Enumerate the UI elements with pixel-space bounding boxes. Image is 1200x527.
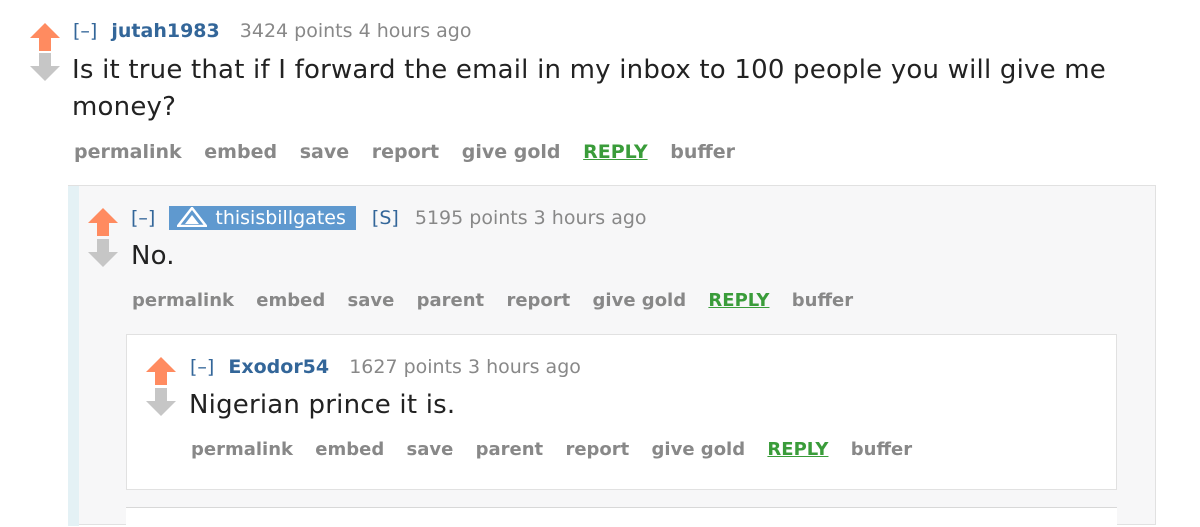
- admin-triangle-icon: [175, 205, 209, 228]
- embed-link[interactable]: embed: [204, 141, 277, 163]
- author-name: thisisbillgates: [215, 207, 346, 229]
- upvote-arrow-icon[interactable]: [29, 22, 61, 52]
- score-and-time: 1627 points 3 hours ago: [349, 356, 581, 378]
- comment-tagline: [–] jutah1983 3424 points 4 hours ago: [73, 19, 471, 43]
- permalink-link[interactable]: permalink: [191, 439, 293, 460]
- report-link[interactable]: report: [565, 439, 629, 460]
- author-link[interactable]: thisisbillgates: [169, 205, 356, 230]
- report-link[interactable]: report: [506, 290, 570, 311]
- save-link[interactable]: save: [348, 290, 395, 311]
- submitter-tag[interactable]: [S]: [372, 207, 399, 229]
- collapse-toggle[interactable]: [–]: [131, 207, 155, 229]
- upvote-arrow-icon[interactable]: [87, 207, 119, 237]
- score-and-time: 3424 points 4 hours ago: [239, 20, 472, 42]
- author-link[interactable]: jutah1983: [111, 20, 219, 42]
- give-gold-link[interactable]: give gold: [652, 439, 746, 460]
- permalink-link[interactable]: permalink: [132, 290, 234, 311]
- comment-body: Is it true that if I forward the email i…: [72, 55, 1106, 122]
- buffer-link[interactable]: buffer: [670, 141, 735, 163]
- comment-actions: permalink embed save parent report give …: [132, 289, 869, 313]
- parent-link[interactable]: parent: [417, 290, 485, 311]
- next-comment-container: [126, 507, 1117, 527]
- comment-tagline: [–] Exodor54 1627 points 3 hours ago: [190, 355, 581, 379]
- embed-link[interactable]: embed: [315, 439, 384, 460]
- nesting-stripe: [68, 186, 79, 526]
- author-link[interactable]: Exodor54: [228, 356, 329, 378]
- save-link[interactable]: save: [407, 439, 454, 460]
- buffer-link[interactable]: buffer: [851, 439, 912, 460]
- downvote-arrow-icon[interactable]: [87, 238, 119, 268]
- parent-link[interactable]: parent: [476, 439, 544, 460]
- downvote-arrow-icon[interactable]: [29, 52, 61, 82]
- collapse-toggle[interactable]: [–]: [190, 356, 214, 378]
- comment-body: Nigerian prince it is.: [189, 390, 456, 420]
- report-link[interactable]: report: [372, 141, 439, 163]
- give-gold-link[interactable]: give gold: [593, 290, 687, 311]
- comment-actions: permalink embed save report give gold RE…: [74, 140, 751, 164]
- comment-actions: permalink embed save parent report give …: [191, 438, 928, 462]
- reply-link[interactable]: REPLY: [583, 141, 647, 163]
- embed-link[interactable]: embed: [256, 290, 325, 311]
- collapse-toggle[interactable]: [–]: [73, 20, 97, 42]
- score-and-time: 5195 points 3 hours ago: [414, 207, 647, 229]
- save-link[interactable]: save: [300, 141, 349, 163]
- downvote-arrow-icon[interactable]: [145, 387, 177, 417]
- upvote-arrow-icon[interactable]: [145, 356, 177, 386]
- reply-link[interactable]: REPLY: [708, 290, 769, 311]
- comment-body: No.: [131, 241, 175, 271]
- reply-link[interactable]: REPLY: [767, 439, 828, 460]
- permalink-link[interactable]: permalink: [74, 141, 182, 163]
- give-gold-link[interactable]: give gold: [462, 141, 561, 163]
- comment-tagline: [–] thisisbillgates [S] 5195 points 3 ho…: [131, 205, 647, 230]
- buffer-link[interactable]: buffer: [792, 290, 853, 311]
